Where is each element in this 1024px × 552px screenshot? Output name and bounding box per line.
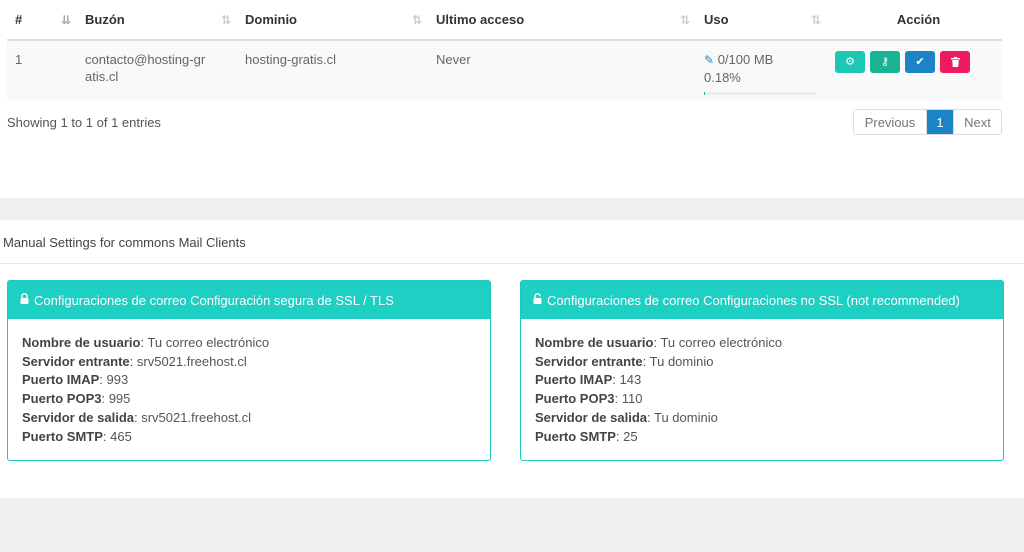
setting-value: : 993 (99, 372, 129, 388)
setting-row: Puerto SMTP: 465 (22, 428, 490, 447)
col-num-label: # (15, 12, 23, 27)
setting-row: Servidor de salida: Tu dominio (535, 409, 1003, 428)
setting-row: Puerto POP3: 995 (22, 390, 490, 409)
sort-icon[interactable]: ⇅ (811, 13, 821, 27)
mailbox-table: # ⇊ Buzón ⇅ Dominio ⇅ Ultimo acceso ⇅ Us… (7, 0, 1002, 100)
col-buzon-header[interactable]: Buzón ⇅ (77, 0, 237, 41)
table-row: 1 contacto@hosting-gratis.cl hosting-gra… (7, 40, 1002, 100)
ssl-settings-list: Nombre de usuario: Tu correo electrónico… (8, 319, 490, 446)
settings-title: Manual Settings for commons Mail Clients (3, 235, 246, 250)
setting-label: Puerto SMTP (22, 428, 103, 444)
col-uso-label: Uso (704, 12, 729, 27)
key-icon: ⚷ (880, 55, 890, 68)
check-icon: ✔ (915, 55, 925, 68)
edit-icon[interactable]: ✎ (704, 53, 714, 67)
col-ultimo-label: Ultimo acceso (436, 12, 525, 27)
setting-label: Puerto POP3 (535, 391, 615, 407)
setting-value: : srv5021.freehost.cl (134, 409, 252, 425)
setting-label: Puerto IMAP (22, 372, 100, 388)
cell-buzon: contacto@hosting-gratis.cl (77, 40, 237, 100)
mailbox-address: contacto@hosting-gratis.cl (85, 52, 206, 84)
confirm-button[interactable]: ✔ (905, 51, 935, 73)
gear-icon: ⚙ (845, 55, 855, 68)
setting-value: : srv5021.freehost.cl (129, 353, 247, 369)
cell-uso: ✎ 0/100 MB 0.18% (696, 40, 827, 100)
cell-accion: ⚙ ⚷ ✔ (827, 40, 1002, 100)
setting-value: : 995 (101, 391, 131, 407)
delete-button[interactable] (940, 51, 970, 73)
pagination: Previous 1 Next (853, 109, 1002, 135)
setting-row: Puerto POP3: 110 (535, 390, 1003, 409)
setting-value: : Tu dominio (642, 353, 714, 369)
col-uso-header[interactable]: Uso ⇅ (696, 0, 827, 41)
uso-percent: 0.18% (704, 70, 741, 85)
col-dominio-label: Dominio (245, 12, 297, 27)
setting-row: Puerto IMAP: 993 (22, 371, 490, 390)
setting-label: Nombre de usuario (22, 335, 141, 350)
setting-value: : 25 (615, 428, 638, 444)
nossl-settings-title: Configuraciones de correo Configuracione… (547, 292, 960, 308)
cell-num: 1 (7, 40, 77, 100)
col-ultimo-header[interactable]: Ultimo acceso ⇅ (428, 0, 696, 41)
setting-label: Puerto IMAP (535, 372, 613, 388)
sort-icon[interactable]: ⇅ (412, 13, 422, 27)
page-1-button[interactable]: 1 (927, 110, 953, 134)
uso-quota: 0/100 MB (717, 52, 774, 67)
previous-page-button[interactable]: Previous (854, 110, 927, 134)
cell-ultimo: Never (428, 40, 696, 100)
manual-settings-panel: Manual Settings for commons Mail Clients… (0, 220, 1024, 498)
nossl-settings-list: Nombre de usuario: Tu correo electrónico… (521, 319, 1003, 446)
cell-dominio: hosting-gratis.cl (237, 40, 428, 100)
col-num-header[interactable]: # ⇊ (7, 0, 77, 41)
setting-label: Nombre de usuario (535, 335, 654, 350)
setting-row: Puerto IMAP: 143 (535, 371, 1003, 390)
entries-info: Showing 1 to 1 of 1 entries (7, 115, 161, 130)
setting-value: : 465 (102, 428, 132, 444)
setting-value: : Tu dominio (647, 409, 718, 425)
col-accion-header: Acción (827, 0, 1002, 41)
setting-row: Puerto SMTP: 25 (535, 428, 1003, 447)
col-accion-label: Acción (896, 12, 941, 27)
nossl-settings-header: Configuraciones de correo Configuracione… (521, 281, 1003, 319)
change-password-button[interactable]: ⚷ (870, 51, 900, 73)
lock-icon (20, 293, 29, 307)
setting-row: Nombre de usuario: Tu correo electrónico (22, 334, 490, 353)
setting-row: Servidor entrante: Tu dominio (535, 353, 1003, 372)
setting-label: Puerto POP3 (22, 391, 102, 407)
setting-row: Servidor de salida: srv5021.freehost.cl (22, 409, 490, 428)
setting-label: Servidor de salida (22, 409, 134, 425)
sort-icon[interactable]: ⇅ (680, 13, 690, 27)
unlock-icon (533, 293, 542, 307)
col-buzon-label: Buzón (85, 12, 125, 27)
trash-icon (950, 57, 960, 67)
ssl-settings-title: Configuraciones de correo Configuración … (34, 292, 394, 308)
mailbox-panel: # ⇊ Buzón ⇅ Dominio ⇅ Ultimo acceso ⇅ Us… (0, 0, 1024, 198)
settings-button[interactable]: ⚙ (835, 51, 865, 73)
sort-icon[interactable]: ⇅ (221, 13, 231, 27)
setting-value: : 143 (612, 372, 642, 388)
next-page-button[interactable]: Next (953, 110, 1001, 134)
ssl-settings-box: Configuraciones de correo Configuración … (7, 280, 491, 461)
setting-label: Servidor de salida (535, 409, 647, 425)
divider (0, 263, 1024, 264)
setting-value: : Tu correo electrónico (140, 335, 270, 350)
setting-label: Servidor entrante (22, 353, 130, 369)
ssl-settings-header: Configuraciones de correo Configuración … (8, 281, 490, 319)
setting-row: Servidor entrante: srv5021.freehost.cl (22, 353, 490, 372)
nossl-settings-box: Configuraciones de correo Configuracione… (520, 280, 1004, 461)
setting-value: : 110 (614, 391, 643, 407)
setting-label: Servidor entrante (535, 353, 643, 369)
usage-progress-bar (704, 92, 816, 95)
setting-row: Nombre de usuario: Tu correo electrónico (535, 334, 1003, 353)
sort-icon[interactable]: ⇊ (61, 13, 71, 27)
setting-label: Puerto SMTP (535, 428, 616, 444)
col-dominio-header[interactable]: Dominio ⇅ (237, 0, 428, 41)
setting-value: : Tu correo electrónico (653, 335, 783, 350)
